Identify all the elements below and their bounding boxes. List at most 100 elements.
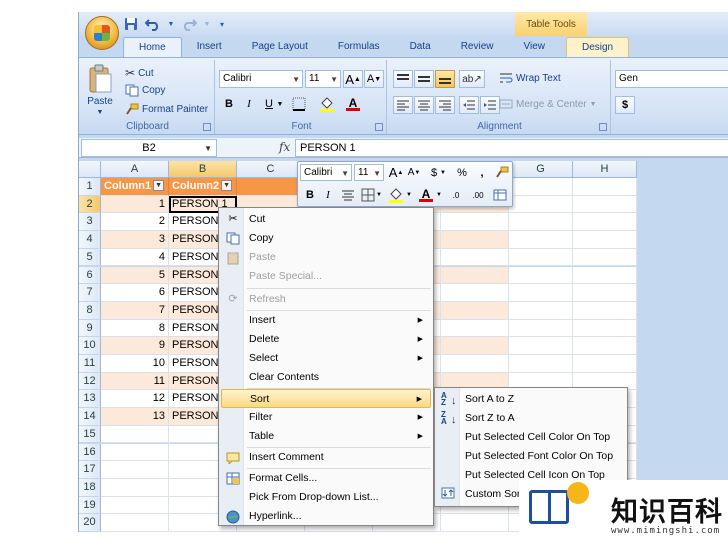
cell[interactable]	[573, 248, 637, 267]
tab-formulas[interactable]: Formulas	[323, 37, 395, 57]
menu-item-paste-special[interactable]: Paste Special...	[221, 267, 431, 286]
menu-item-filter[interactable]: Filter ▶	[221, 408, 431, 427]
mini-font-name-combo[interactable]: Calibri ▼	[300, 164, 352, 181]
column-header-b[interactable]: B	[169, 161, 237, 178]
row-header[interactable]: 10	[79, 337, 101, 355]
row-header[interactable]: 4	[79, 231, 101, 249]
cell[interactable]	[441, 337, 509, 355]
menu-item-clear-contents[interactable]: Clear Contents	[221, 368, 431, 387]
chevron-down-icon[interactable]: ▼	[97, 109, 104, 116]
row-header[interactable]: 15	[79, 425, 101, 444]
chevron-down-icon[interactable]: ▼	[292, 72, 300, 88]
tab-insert[interactable]: Insert	[182, 37, 237, 57]
italic-button[interactable]: I	[239, 95, 259, 113]
cell[interactable]	[509, 178, 573, 196]
chevron-down-icon[interactable]: ▼	[204, 141, 212, 157]
table-cell-number[interactable]: 6	[101, 284, 169, 302]
cell[interactable]	[101, 425, 169, 444]
save-icon[interactable]	[123, 16, 139, 32]
format-painter-button[interactable]: Format Painter	[125, 103, 208, 116]
cell[interactable]	[573, 355, 637, 373]
align-middle-button[interactable]	[414, 70, 434, 88]
font-name-combo[interactable]: Calibri ▼	[219, 70, 303, 88]
cell[interactable]	[509, 213, 573, 232]
table-cell-number[interactable]: 3	[101, 231, 169, 249]
mini-grow-font-button[interactable]: A ▲	[386, 164, 406, 181]
align-bottom-button[interactable]	[435, 70, 455, 88]
submenu-item-font-color-on-top[interactable]: Put Selected Font Color On Top	[437, 447, 625, 466]
cell[interactable]	[441, 284, 509, 302]
customize-qat-icon[interactable]: ▾	[217, 16, 227, 32]
orientation-button[interactable]: ab↗	[459, 70, 485, 88]
chevron-down-icon[interactable]: ▼	[330, 72, 338, 88]
table-cell-number[interactable]: 5	[101, 266, 169, 285]
mini-percent-button[interactable]: %	[452, 164, 472, 181]
cell[interactable]	[101, 443, 169, 462]
menu-item-refresh[interactable]: ⟳ Refresh	[221, 290, 431, 309]
align-left-button[interactable]	[393, 96, 413, 114]
row-header[interactable]: 16	[79, 443, 101, 462]
number-format-combo[interactable]: Gen	[615, 70, 728, 88]
cell[interactable]	[509, 231, 573, 249]
cell[interactable]	[509, 266, 573, 285]
menu-item-insert[interactable]: Insert ▶	[221, 311, 431, 330]
row-header[interactable]: 19	[79, 496, 101, 515]
row-header[interactable]: 9	[79, 319, 101, 338]
column-header-h[interactable]: H	[573, 161, 637, 178]
mini-shrink-font-button[interactable]: A ▼	[404, 164, 424, 181]
tab-view[interactable]: View	[508, 37, 560, 57]
cell[interactable]	[237, 178, 305, 196]
cell[interactable]	[509, 355, 573, 373]
cell[interactable]	[509, 248, 573, 267]
dialog-launcher-icon[interactable]	[599, 123, 607, 131]
dialog-launcher-icon[interactable]	[375, 123, 383, 131]
borders-button[interactable]	[289, 95, 309, 113]
table-header-cell[interactable]: Column2 ▼	[169, 178, 237, 196]
column-header-a[interactable]: A	[101, 161, 169, 178]
undo-icon[interactable]	[145, 16, 161, 32]
formula-input[interactable]: PERSON 1	[295, 139, 728, 157]
row-header[interactable]: 1	[79, 178, 101, 196]
grow-font-button[interactable]: A ▲	[343, 70, 363, 88]
bold-button[interactable]: B	[219, 95, 239, 113]
mini-increase-decimal-button[interactable]: .0	[446, 186, 466, 204]
cell[interactable]	[509, 195, 573, 214]
table-cell-number[interactable]: 10	[101, 355, 169, 373]
menu-item-select[interactable]: Select ▶	[221, 349, 431, 368]
underline-dropdown[interactable]: ▼	[275, 95, 285, 113]
tab-home[interactable]: Home	[123, 37, 182, 57]
mini-table-button[interactable]	[490, 186, 510, 204]
chevron-down-icon[interactable]: ▼	[374, 186, 384, 204]
row-header[interactable]: 13	[79, 390, 101, 409]
table-cell-number[interactable]: 1	[101, 195, 169, 214]
cell[interactable]	[101, 514, 169, 532]
cell[interactable]	[509, 337, 573, 355]
menu-item-delete[interactable]: Delete ▶	[221, 330, 431, 349]
row-header[interactable]: 7	[79, 284, 101, 302]
cell[interactable]	[573, 301, 637, 320]
menu-item-pick-from-list[interactable]: Pick From Drop-down List...	[221, 488, 431, 507]
mini-format-painter-button[interactable]	[492, 164, 512, 181]
submenu-item-sort-z-to-a[interactable]: Z A ↓ Sort Z to A	[437, 409, 625, 428]
currency-button[interactable]: $	[615, 96, 635, 114]
redo-icon[interactable]	[181, 16, 197, 32]
mini-italic-button[interactable]: I	[318, 186, 338, 204]
cell[interactable]	[101, 496, 169, 515]
insert-function-icon[interactable]: fx	[279, 140, 290, 154]
cell[interactable]	[441, 301, 509, 320]
tab-data[interactable]: Data	[395, 37, 446, 57]
row-header[interactable]: 12	[79, 372, 101, 391]
cell[interactable]	[441, 231, 509, 249]
chevron-down-icon[interactable]: ▼	[373, 166, 381, 182]
table-header-cell[interactable]: Column1 ▼	[101, 178, 169, 196]
menu-item-insert-comment[interactable]: Insert Comment	[221, 448, 431, 467]
column-header-g[interactable]: G	[509, 161, 573, 178]
chevron-down-icon[interactable]: ▼	[341, 166, 349, 182]
row-header[interactable]: 8	[79, 301, 101, 320]
cell[interactable]	[573, 266, 637, 285]
row-header[interactable]: 20	[79, 514, 101, 532]
cell[interactable]	[509, 284, 573, 302]
cell[interactable]	[509, 319, 573, 338]
row-header[interactable]: 6	[79, 266, 101, 285]
cell[interactable]	[441, 355, 509, 373]
